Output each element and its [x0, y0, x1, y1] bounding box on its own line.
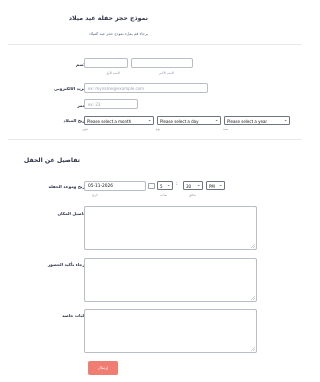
birth-day-select[interactable]: Please select a day ⌄: [157, 116, 221, 125]
age-label: العمر: [77, 103, 88, 108]
special-requests-textarea[interactable]: [84, 309, 257, 353]
party-date-sublabel: تاريخ: [92, 193, 98, 197]
attendance-label: الرجاء تأكيد الحضور: [47, 262, 88, 267]
email-label: البريد الالكتروني: [53, 86, 88, 91]
birth-year-select[interactable]: Please select a year ⌄: [224, 116, 290, 125]
birth-day-sublabel: يوم: [155, 127, 160, 131]
chevron-down-icon: ⌄: [196, 182, 201, 188]
party-datetime-label: تاريخ وموعد الحفلة: [48, 184, 88, 189]
submit-button[interactable]: إرسال: [88, 361, 118, 375]
form-title: نموذج حجز حفلة عيد ميلاد: [68, 15, 148, 22]
header-divider: [8, 44, 302, 45]
email-input[interactable]: ex: myname@example.com: [84, 83, 208, 93]
calendar-icon[interactable]: [148, 183, 155, 189]
venue-details-label: تفاصيل المكان: [57, 211, 88, 216]
resize-grip-icon[interactable]: [251, 296, 255, 300]
resize-grip-icon[interactable]: [251, 347, 255, 351]
birth-month-select[interactable]: Please select a month ⌄: [84, 116, 154, 125]
chevron-down-icon: ⌄: [283, 117, 288, 123]
birth-year-sublabel: سنة: [222, 127, 228, 131]
form-subtitle: يرجاء قم بملء نموذج حجز عيد الميلاد: [88, 31, 148, 36]
birth-month-sublabel: شهر: [82, 127, 88, 131]
chevron-down-icon: ⌄: [218, 182, 223, 188]
name-label: الاسم: [76, 62, 88, 67]
party-minute-select[interactable]: 30 ⌄: [183, 181, 203, 190]
last-name-input[interactable]: [131, 58, 193, 68]
party-ampm-select[interactable]: PM ⌄: [206, 181, 225, 190]
party-minute-sublabel: دقائق: [188, 193, 196, 197]
age-input[interactable]: ex: 23: [84, 99, 138, 109]
venue-details-textarea[interactable]: [84, 206, 257, 250]
party-section-heading: تفاصيل عن الحفل: [23, 157, 80, 164]
last-name-sublabel: الاسم الأخير: [159, 71, 174, 75]
party-date-input[interactable]: 05-11-2026: [84, 181, 146, 191]
first-name-sublabel: الاسم الأول: [105, 71, 120, 75]
party-hour-sublabel: ساعة: [160, 193, 167, 197]
chevron-down-icon: ⌄: [214, 117, 219, 123]
birthdate-label: تاريخ الميلاد: [63, 118, 88, 123]
section-divider: [8, 139, 302, 140]
first-name-input[interactable]: [84, 58, 128, 68]
chevron-down-icon: ⌄: [166, 182, 171, 188]
chevron-down-icon: ⌄: [147, 117, 152, 123]
party-hour-select[interactable]: 5 ⌄: [157, 181, 173, 190]
special-requests-label: طلبات خاصة: [62, 313, 88, 318]
time-colon: :: [176, 181, 178, 187]
attendance-textarea[interactable]: [84, 258, 257, 302]
birthday-booking-form: نموذج حجز حفلة عيد ميلاد يرجاء قم بملء ن…: [0, 0, 310, 382]
resize-grip-icon[interactable]: [251, 244, 255, 248]
